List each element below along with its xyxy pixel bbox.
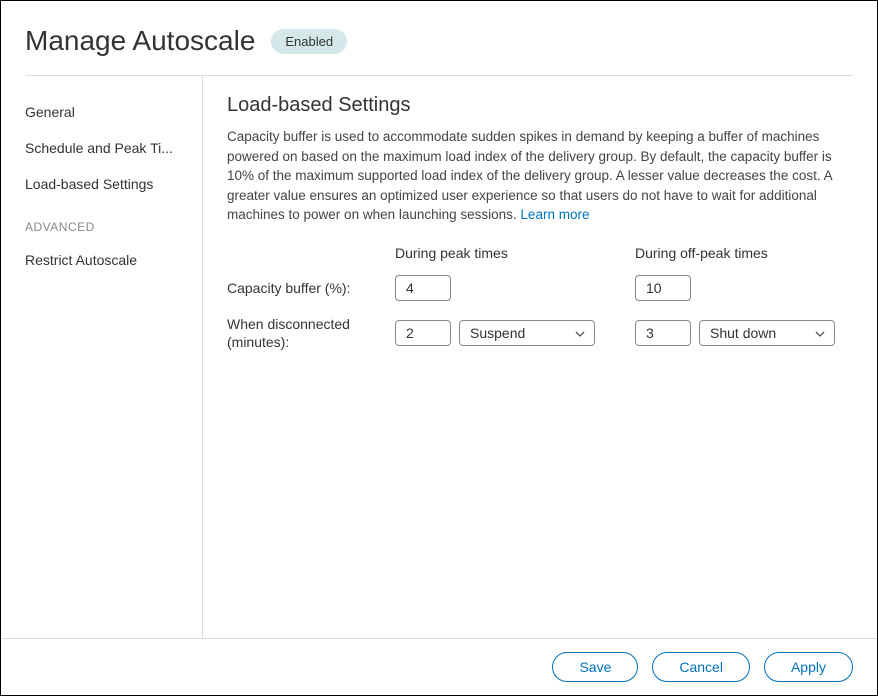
main-content: Load-based Settings Capacity buffer is u… — [203, 76, 853, 638]
chevron-down-icon — [574, 327, 586, 339]
chevron-down-icon — [814, 327, 826, 339]
apply-button[interactable]: Apply — [764, 652, 853, 682]
input-capacity-buffer-offpeak[interactable] — [635, 275, 691, 301]
col-header-peak: During peak times — [395, 245, 595, 261]
select-value: Suspend — [470, 325, 525, 341]
select-disconnected-offpeak-action[interactable]: Shut down — [699, 320, 835, 346]
body: General Schedule and Peak Ti... Load-bas… — [1, 76, 877, 638]
col-header-offpeak: During off-peak times — [635, 245, 835, 261]
page-title: Manage Autoscale — [25, 25, 255, 57]
learn-more-link[interactable]: Learn more — [520, 207, 589, 222]
label-when-disconnected: When disconnected (minutes): — [227, 315, 395, 351]
input-disconnected-offpeak-minutes[interactable] — [635, 320, 691, 346]
sidebar-item-restrict-autoscale[interactable]: Restrict Autoscale — [25, 242, 190, 278]
select-disconnected-peak-action[interactable]: Suspend — [459, 320, 595, 346]
footer: Save Cancel Apply — [1, 638, 877, 695]
section-heading: Load-based Settings — [227, 94, 853, 117]
sidebar: General Schedule and Peak Ti... Load-bas… — [25, 76, 203, 638]
label-capacity-buffer: Capacity buffer (%): — [227, 279, 395, 297]
status-badge: Enabled — [271, 29, 347, 54]
save-button[interactable]: Save — [552, 652, 638, 682]
header: Manage Autoscale Enabled — [1, 1, 877, 75]
section-description: Capacity buffer is used to accommodate s… — [227, 127, 853, 225]
sidebar-item-schedule-peak[interactable]: Schedule and Peak Ti... — [25, 130, 190, 166]
select-value: Shut down — [710, 325, 776, 341]
sidebar-item-load-based[interactable]: Load-based Settings — [25, 166, 190, 202]
input-disconnected-peak-minutes[interactable] — [395, 320, 451, 346]
sidebar-section-advanced: ADVANCED — [25, 202, 190, 242]
input-capacity-buffer-peak[interactable] — [395, 275, 451, 301]
settings-grid: During peak times During off-peak times … — [227, 245, 853, 351]
sidebar-item-general[interactable]: General — [25, 94, 190, 130]
cancel-button[interactable]: Cancel — [652, 652, 750, 682]
